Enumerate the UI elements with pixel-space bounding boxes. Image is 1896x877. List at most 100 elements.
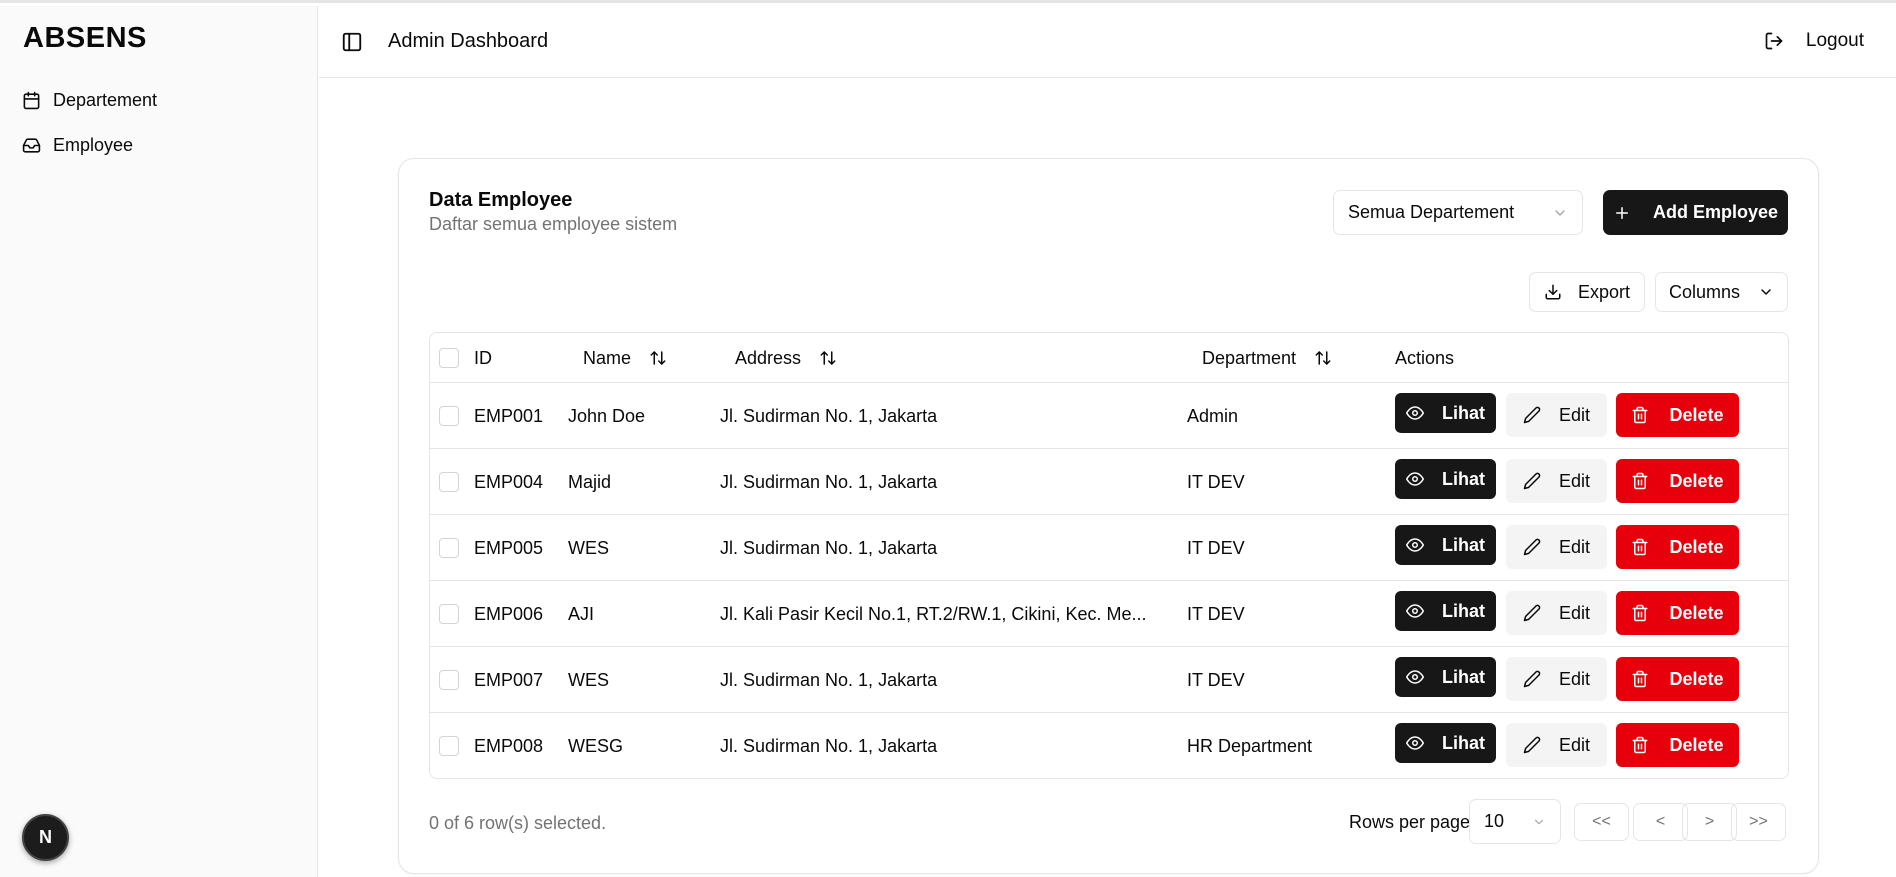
chevron-down-icon (1761, 289, 1771, 295)
dev-badge[interactable]: N (22, 814, 69, 861)
delete-button[interactable]: Delete (1616, 723, 1739, 767)
columns-label: Columns (1668, 281, 1741, 302)
table-row: EMP004 Majid Jl. Sudirman No. 1, Jakarta IT… (430, 449, 1788, 515)
pencil-icon (1523, 538, 1541, 556)
edit-button[interactable]: Edit (1506, 657, 1607, 701)
cell-address: Jl. Sudirman No. 1, Jakarta (720, 471, 938, 492)
view-button[interactable]: Lihat (1395, 393, 1496, 433)
previous-page-button[interactable]: < (1633, 803, 1688, 841)
cell-name: Majid (568, 471, 612, 492)
cell-department: IT DEV (1187, 537, 1245, 558)
edit-button[interactable]: Edit (1506, 591, 1607, 635)
pencil-icon (1523, 406, 1541, 424)
cell-name: WES (568, 669, 610, 690)
trash-icon (1632, 406, 1648, 424)
edit-button[interactable]: Edit (1506, 525, 1607, 569)
delete-button[interactable]: Delete (1616, 459, 1739, 503)
cell-id: EMP007 (474, 669, 544, 690)
department-filter-value: Semua Departement (1348, 202, 1515, 222)
edit-button[interactable]: Edit (1506, 393, 1607, 437)
next-page-button[interactable]: > (1682, 803, 1737, 841)
view-button[interactable]: Lihat (1395, 525, 1496, 565)
card-title: Data Employee (429, 189, 573, 211)
cell-name: AJI (568, 603, 595, 624)
column-actions: Actions (1395, 347, 1455, 368)
edit-button[interactable]: Edit (1506, 459, 1607, 503)
cell-department: IT DEV (1187, 603, 1245, 624)
selection-status: 0 of 6 row(s) selected. (429, 813, 607, 833)
table-row: EMP005 WES Jl. Sudirman No. 1, Jakarta IT D… (430, 515, 1788, 581)
logout-icon (1765, 32, 1783, 50)
cell-department: IT DEV (1187, 669, 1245, 690)
add-employee-button[interactable]: Add Employee (1603, 190, 1788, 235)
sidebar-item-departement[interactable]: Departement (18, 83, 161, 117)
trash-icon (1632, 736, 1648, 754)
sidebar-item-label: Employee (53, 134, 134, 155)
cell-address: Jl. Sudirman No. 1, Jakarta (720, 405, 938, 426)
card-subtitle: Daftar semua employee sistem (429, 214, 678, 234)
sort-icon[interactable] (649, 349, 667, 367)
view-button[interactable]: Lihat (1395, 459, 1496, 499)
table-row: EMP001 John Doe Jl. Sudirman No. 1, Jakart… (430, 383, 1788, 449)
view-button[interactable]: Lihat (1395, 591, 1496, 631)
delete-button[interactable]: Delete (1616, 591, 1739, 635)
view-button[interactable]: Lihat (1395, 723, 1496, 763)
edit-button[interactable]: Edit (1506, 723, 1607, 767)
eye-icon (1406, 670, 1424, 684)
trash-icon (1632, 538, 1648, 556)
eye-icon (1406, 604, 1424, 618)
select-all-checkbox[interactable] (439, 348, 459, 368)
row-checkbox[interactable] (439, 604, 459, 624)
pencil-icon (1523, 736, 1541, 754)
pencil-icon (1523, 472, 1541, 490)
cell-name: WESG (568, 735, 624, 756)
sort-icon[interactable] (1314, 349, 1332, 367)
trash-icon (1632, 604, 1648, 622)
sort-icon[interactable] (819, 349, 837, 367)
plus-icon (1615, 206, 1628, 219)
rows-per-page-select[interactable]: 10 (1469, 799, 1561, 844)
cell-name: WES (568, 537, 610, 558)
inbox-icon (22, 137, 41, 153)
columns-button[interactable]: Columns (1655, 272, 1788, 312)
employee-table: ID Name Address Department Actions EMP00… (429, 332, 1789, 779)
top-bar: Admin Dashboard Logout (319, 6, 1896, 78)
delete-button[interactable]: Delete (1616, 393, 1739, 437)
eye-icon (1406, 472, 1424, 486)
delete-button[interactable]: Delete (1616, 525, 1739, 569)
sidebar-item-label: Departement (53, 89, 158, 110)
view-button[interactable]: Lihat (1395, 657, 1496, 697)
page-title: Admin Dashboard (388, 30, 549, 52)
cell-address: Jl. Sudirman No. 1, Jakarta (720, 537, 938, 558)
chevron-down-icon (1555, 209, 1565, 216)
cell-department: Admin (1187, 405, 1239, 426)
last-page-button[interactable]: >> (1731, 803, 1786, 841)
row-checkbox[interactable] (439, 670, 459, 690)
cell-id: EMP001 (474, 405, 544, 426)
column-address[interactable]: Address (735, 333, 837, 383)
column-department[interactable]: Department (1202, 333, 1332, 383)
table-row: EMP007 WES Jl. Sudirman No. 1, Jakarta IT D… (430, 647, 1788, 713)
logout-label: Logout (1805, 30, 1864, 51)
logout-button[interactable]: Logout (1764, 30, 1864, 52)
first-page-button[interactable]: << (1574, 803, 1629, 841)
cell-address: Jl. Kali Pasir Kecil No.1, RT.2/RW.1, Ci… (720, 603, 1147, 624)
cell-id: EMP006 (474, 603, 544, 624)
row-checkbox[interactable] (439, 538, 459, 558)
cell-id: EMP008 (474, 735, 544, 756)
eye-icon (1406, 736, 1424, 750)
export-button[interactable]: Export (1529, 272, 1645, 312)
delete-button[interactable]: Delete (1616, 657, 1739, 701)
department-filter-select[interactable]: Semua Departement (1333, 190, 1583, 235)
row-checkbox[interactable] (439, 736, 459, 756)
sidebar: ABSENS Departement Employee N (0, 6, 318, 877)
brand-logo: ABSENS (23, 22, 147, 54)
row-checkbox[interactable] (439, 406, 459, 426)
cell-department: IT DEV (1187, 471, 1245, 492)
sidebar-toggle-icon[interactable] (341, 31, 363, 53)
cell-id: EMP004 (474, 471, 544, 492)
sidebar-item-employee[interactable]: Employee (18, 128, 137, 162)
table-row: EMP006 AJI Jl. Kali Pasir Kecil No.1, RT.2… (430, 581, 1788, 647)
column-name[interactable]: Name (583, 333, 667, 383)
row-checkbox[interactable] (439, 472, 459, 492)
